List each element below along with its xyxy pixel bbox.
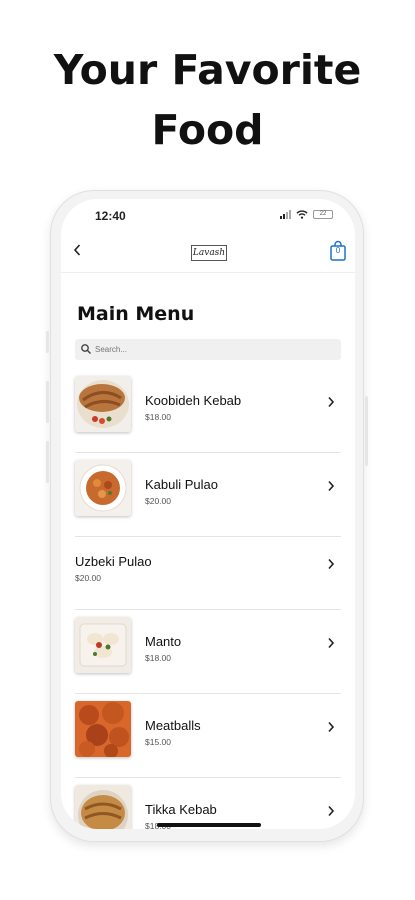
menu-item-name: Koobideh Kebab [145,393,242,408]
search-input[interactable] [95,339,335,360]
menu-item-price: $18.00 [145,412,171,422]
chevron-left-icon [73,244,81,256]
menu-item-price: $15.00 [145,737,171,747]
battery-icon: 22 [313,210,333,219]
chevron-right-icon [327,477,335,497]
phone-frame: 12:40 22 Lavash 0 Main Menu Search... Ko… [46,190,368,842]
menu-item-kabuli-pulao[interactable]: Kabuli Pulao $20.00 [75,453,341,537]
back-button[interactable] [67,241,87,262]
rice-plate-image [75,460,131,516]
cart-count: 0 [335,246,341,255]
wifi-icon [296,210,308,219]
status-time: 12:40 [95,209,126,223]
phone-side-button [46,381,49,423]
signal-icon [280,210,291,219]
app-screen: 12:40 22 Lavash 0 Main Menu Search... Ko… [61,199,355,829]
status-bar: 12:40 22 [61,199,355,229]
chevron-right-icon [327,718,335,738]
menu-item-price: $20.00 [75,573,101,583]
menu-item-price: $20.00 [145,496,171,506]
menu-item-name: Uzbeki Pulao [75,554,152,569]
home-indicator[interactable] [157,823,261,827]
menu-item-koobideh-kebab[interactable]: Koobideh Kebab $18.00 [75,369,341,453]
search-icon [81,344,92,355]
restaurant-logo: Lavash [191,245,227,261]
phone-power-button [365,396,368,466]
chevron-right-icon [327,393,335,413]
nav-bar: Lavash 0 [61,231,355,273]
menu-item-manto[interactable]: Manto $18.00 [75,610,341,694]
menu-item-name: Kabuli Pulao [145,477,218,492]
menu-item-uzbeki-pulao[interactable]: Uzbeki Pulao $20.00 [75,537,341,610]
phone-side-button [46,331,49,353]
headline-line-2: Food [151,106,264,154]
search-bar [75,339,341,360]
menu-item-tikka-kebab[interactable]: Tikka Kebab $18.00 [75,778,341,829]
kebab-plate-image [75,376,131,432]
headline: Your Favorite Food [0,40,415,160]
menu-item-name: Tikka Kebab [145,802,217,817]
tikka-plate-image [75,785,131,829]
dumplings-plate-image [75,617,131,673]
status-icons: 22 [280,210,333,219]
chevron-right-icon [327,555,335,575]
menu-item-price: $18.00 [145,653,171,663]
cart-button[interactable]: 0 [329,240,347,262]
battery-level: 22 [319,211,327,217]
menu-item-name: Meatballs [145,718,201,733]
page-title: Main Menu [77,303,195,325]
chevron-right-icon [327,802,335,822]
menu-list: Koobideh Kebab $18.00 Kabuli Pulao $20.0… [75,369,341,829]
meatballs-plate-image [75,701,131,757]
menu-item-name: Manto [145,634,182,649]
headline-line-1: Your Favorite [53,46,362,94]
menu-item-meatballs[interactable]: Meatballs $15.00 [75,694,341,778]
chevron-right-icon [327,634,335,654]
phone-side-button [46,441,49,483]
